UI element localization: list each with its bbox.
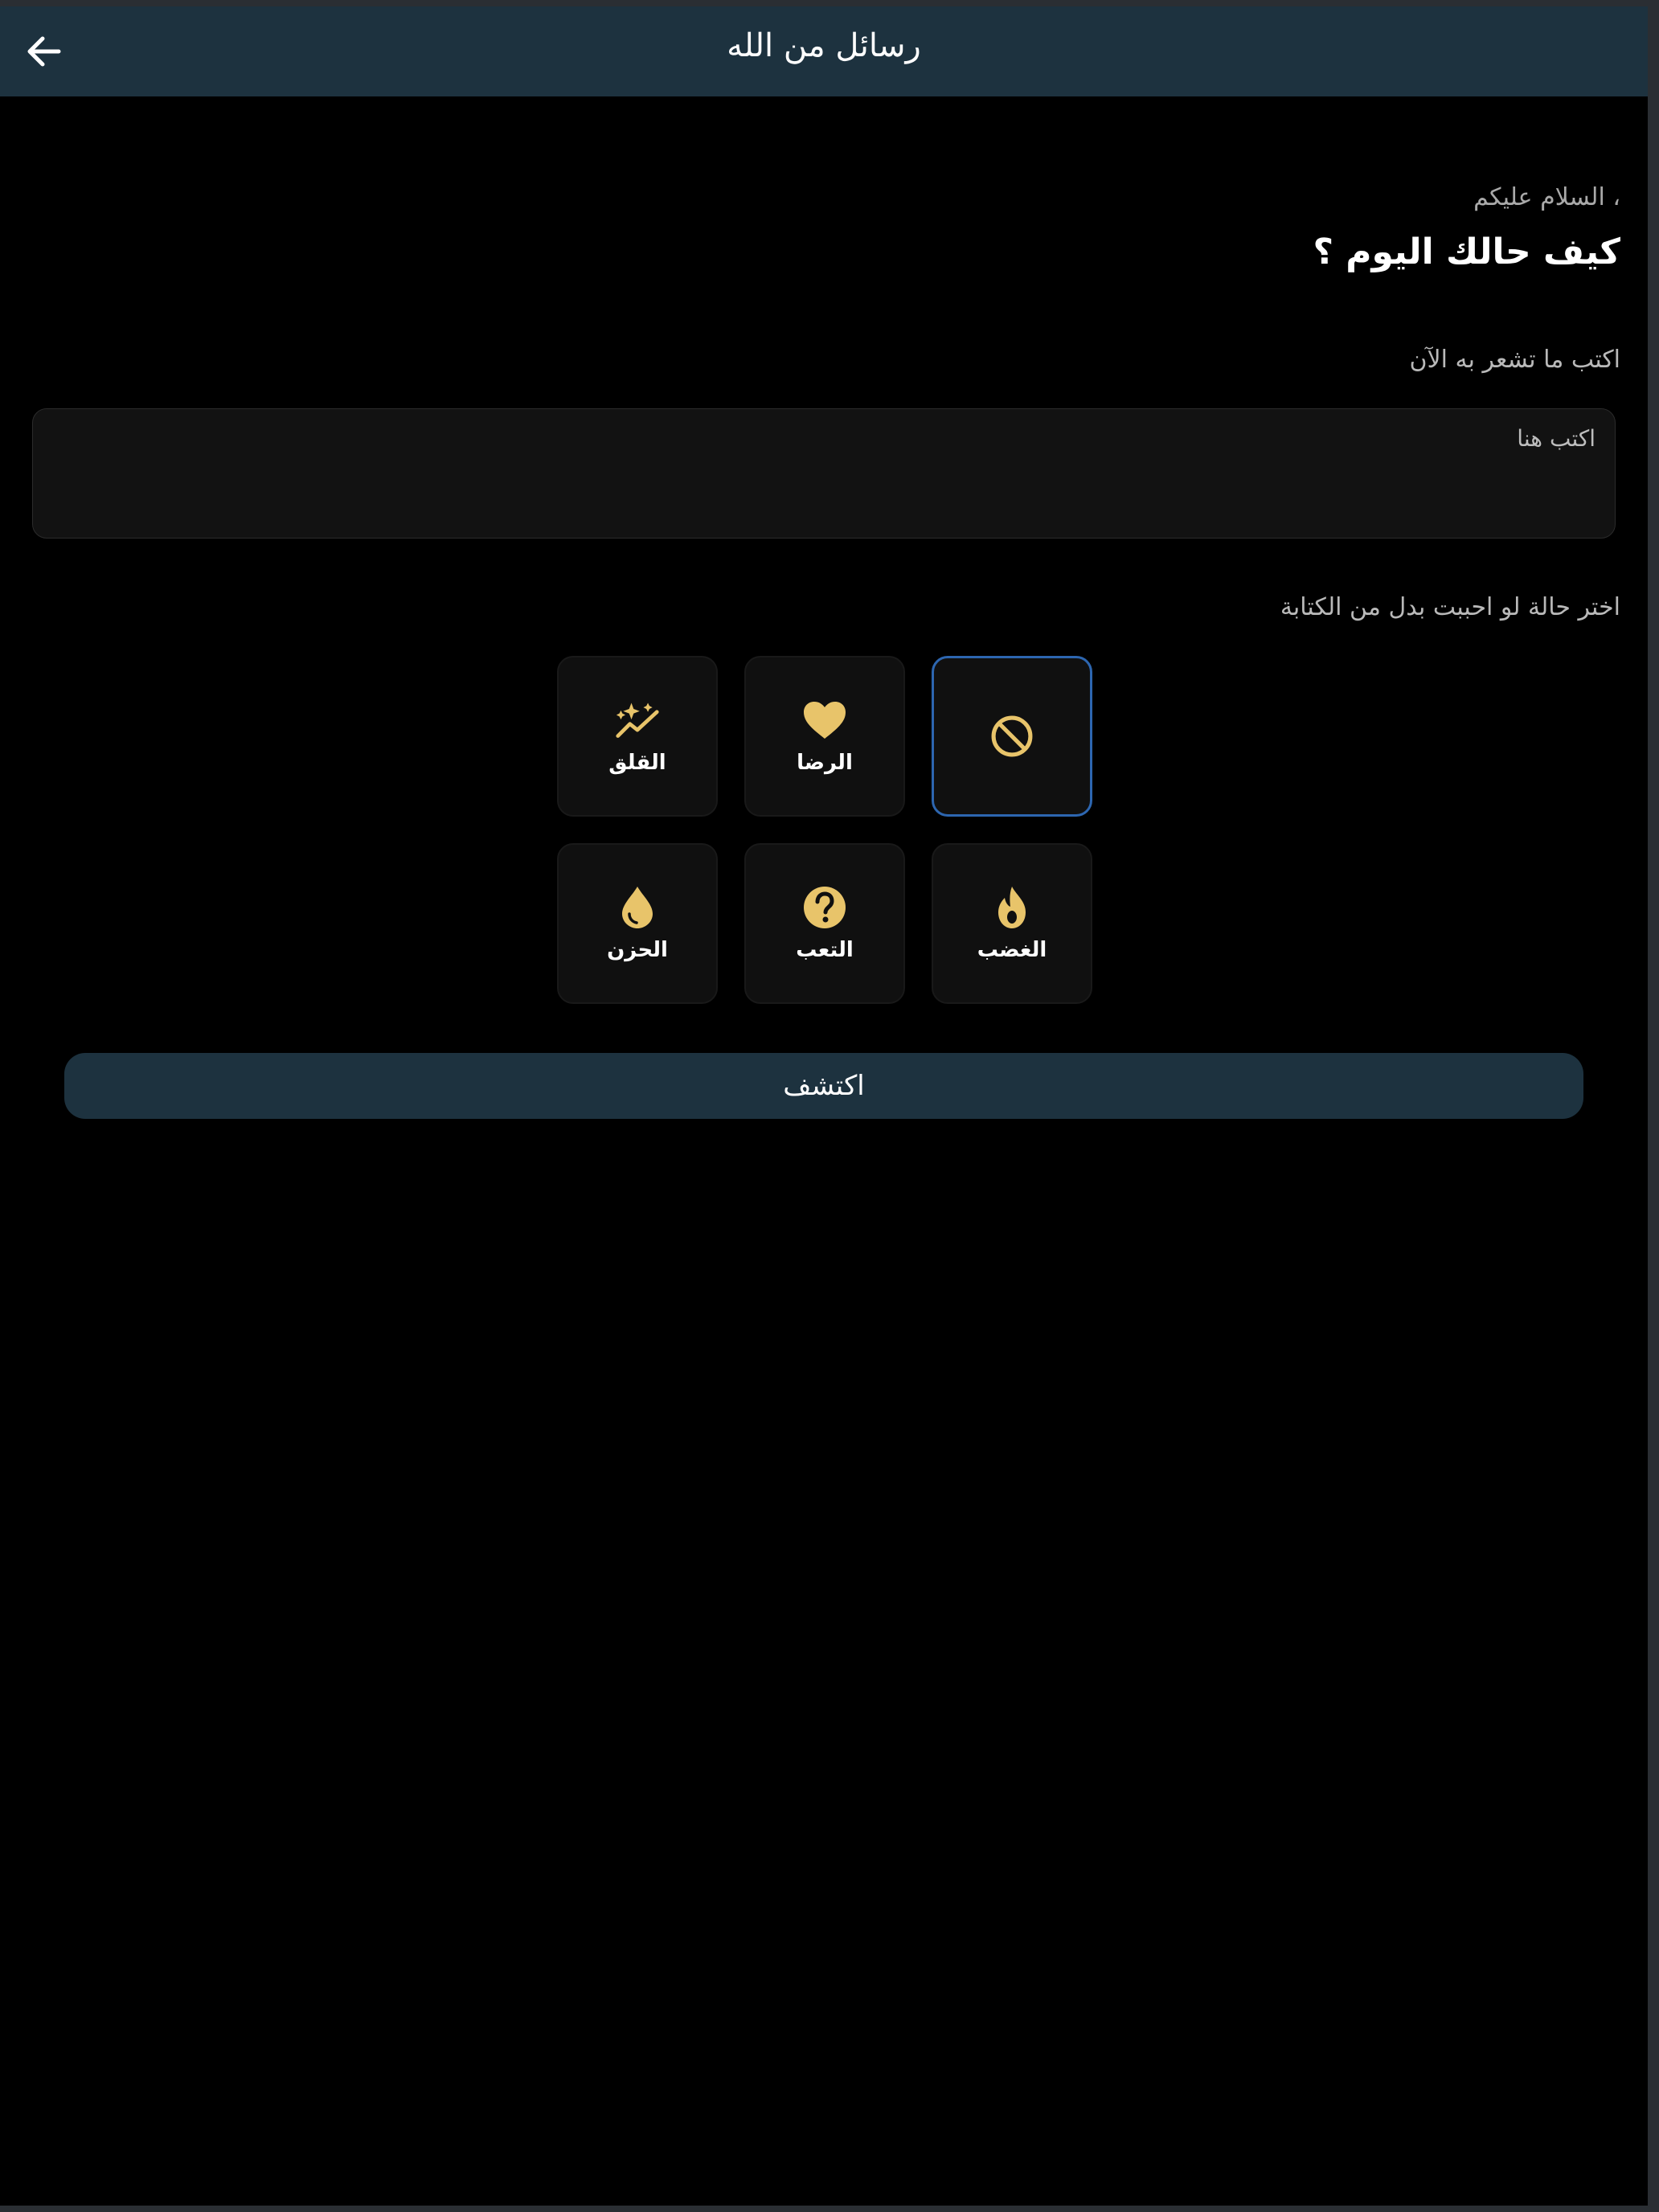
mood-contentment[interactable]: الرضا (744, 656, 905, 817)
mood-label: القلق (608, 751, 666, 775)
no-selection-icon (989, 714, 1034, 759)
mood-none[interactable] (932, 656, 1092, 817)
mood-sadness[interactable]: الحزن (557, 843, 718, 1004)
mood-label: الغضب (977, 938, 1047, 962)
mood-anxiety[interactable]: القلق (557, 656, 718, 817)
sparkles-icon (615, 698, 660, 743)
discover-button[interactable]: اكتشف (64, 1053, 1583, 1119)
greeting-text: ، السلام عليكم (1473, 183, 1620, 211)
heart-icon (802, 698, 847, 743)
mood-fatigue[interactable]: التعب (744, 843, 905, 1004)
mood-label: الرضا (797, 751, 853, 775)
flame-icon (989, 885, 1034, 930)
feeling-input-label: اكتب ما تشعر به الآن (1409, 346, 1620, 374)
feeling-input[interactable]: اكتب هنا (32, 408, 1616, 539)
mood-label: التعب (796, 938, 854, 962)
app-screen: رسائل من الله ، السلام عليكم كيف حالك ال… (0, 6, 1648, 2206)
page-question: كيف حالك اليوم ؟ (1313, 231, 1620, 272)
mood-anger[interactable]: الغضب (932, 843, 1092, 1004)
app-bar: رسائل من الله (0, 6, 1648, 96)
mood-label: الحزن (607, 938, 668, 962)
mood-grid: الرضا القلق الغضب التعب الحزن (557, 656, 1092, 1010)
question-circle-icon (802, 885, 847, 930)
app-title: رسائل من الله (727, 27, 921, 64)
mood-picker-label: اختر حالة لو احببت بدل من الكتابة (1280, 593, 1620, 621)
drop-icon (615, 885, 660, 930)
